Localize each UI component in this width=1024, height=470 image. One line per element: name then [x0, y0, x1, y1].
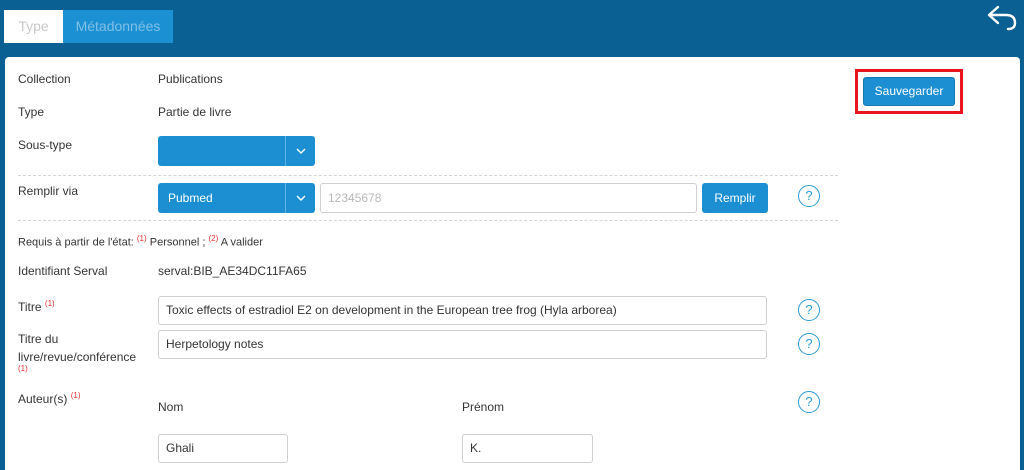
- title-input[interactable]: Toxic effects of estradiol E2 on develop…: [158, 296, 767, 325]
- required-marker: (1): [18, 364, 28, 373]
- serval-id-label: Identifiant Serval: [18, 264, 108, 278]
- back-arrow-icon[interactable]: [986, 4, 1018, 32]
- help-icon[interactable]: ?: [798, 333, 820, 355]
- chevron-down-icon: [296, 148, 306, 154]
- save-button[interactable]: Sauvegarder: [863, 77, 955, 106]
- fill-id-input[interactable]: 12345678: [320, 183, 697, 213]
- subtype-label: Sous-type: [18, 138, 73, 152]
- authors-label: Auteur(s) (1): [18, 389, 80, 406]
- divider: [18, 175, 838, 176]
- book-title-label-line2: livre/revue/conférence: [18, 350, 137, 364]
- state-personnel: Personnel: [149, 236, 200, 249]
- fill-source-value: Pubmed: [168, 191, 213, 205]
- help-icon[interactable]: ?: [798, 299, 820, 321]
- title-label: Titre (1): [18, 297, 55, 314]
- separator: ;: [202, 236, 206, 249]
- required-note-text: Requis à partir de l'état:: [18, 236, 134, 249]
- required-marker-2: (2): [208, 234, 219, 243]
- title-label-text: Titre: [18, 300, 42, 314]
- help-icon[interactable]: ?: [798, 185, 820, 207]
- fill-button[interactable]: Remplir: [702, 183, 768, 213]
- author-first-name-input[interactable]: K.: [462, 434, 593, 463]
- author-last-name-input[interactable]: Ghali: [158, 434, 288, 463]
- author-first-name-header: Prénom: [462, 400, 505, 414]
- required-marker: (1): [44, 299, 55, 308]
- book-title-label: Titre du livre/revue/conférence (1): [18, 332, 136, 374]
- required-marker-1: (1): [136, 234, 147, 243]
- tab-metadata[interactable]: Métadonnées: [63, 10, 173, 43]
- collection-label: Collection: [18, 72, 71, 86]
- subtype-select[interactable]: [158, 136, 315, 166]
- fill-via-label: Remplir via: [18, 184, 79, 198]
- type-label: Type: [18, 105, 45, 119]
- divider: [18, 220, 838, 221]
- fill-source-select[interactable]: Pubmed: [158, 183, 315, 213]
- help-icon[interactable]: ?: [798, 391, 820, 413]
- serval-id-value: serval:BIB_AE34DC11FA65: [158, 264, 307, 278]
- author-last-name-header: Nom: [158, 400, 184, 414]
- collection-value: Publications: [158, 72, 223, 86]
- book-title-input[interactable]: Herpetology notes: [158, 330, 767, 359]
- authors-label-text: Auteur(s): [18, 392, 68, 406]
- state-a-valider: A valider: [220, 236, 263, 249]
- top-bar: Type Métadonnées: [0, 0, 1024, 57]
- chevron-down-icon: [296, 195, 306, 201]
- type-value: Partie de livre: [158, 105, 232, 119]
- metadata-panel: Sauvegarder Collection Publications Type…: [5, 57, 1020, 470]
- tab-type[interactable]: Type: [4, 10, 63, 43]
- required-marker: (1): [70, 391, 81, 400]
- book-title-label-line1: Titre du: [18, 332, 59, 346]
- required-note: Requis à partir de l'état: (1) Personnel…: [18, 234, 263, 249]
